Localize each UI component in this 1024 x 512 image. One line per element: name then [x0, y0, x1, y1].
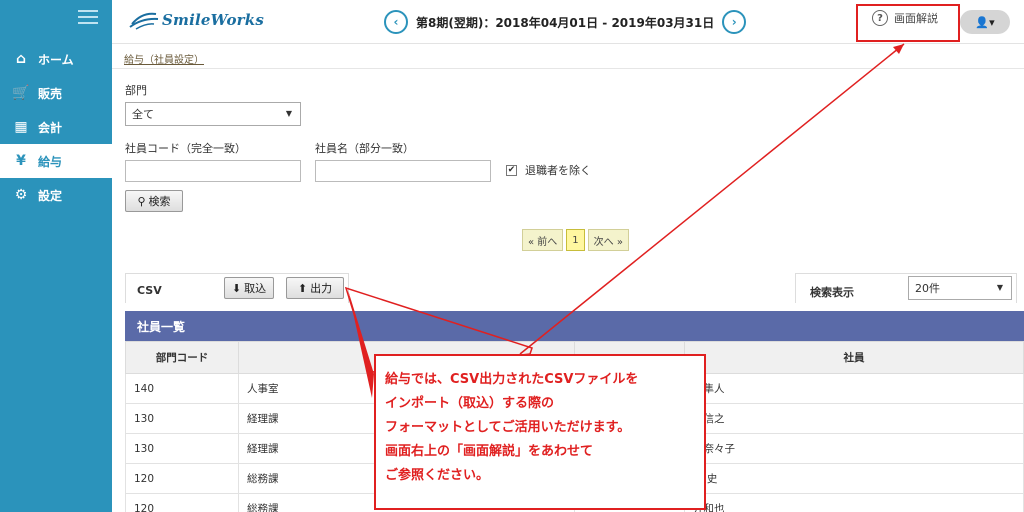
- table-cell: 130: [125, 433, 239, 464]
- help-label: 画面解説: [894, 12, 938, 25]
- period-text: 第8期(翌期)：2018年04月01日 - 2019年03月31日: [416, 15, 715, 30]
- display-count-select[interactable]: 20件 ▼: [908, 276, 1012, 300]
- csv-label: CSV: [137, 284, 162, 297]
- divider: [112, 68, 1024, 69]
- column-header[interactable]: 社員: [684, 341, 1024, 374]
- period-selector: ‹ 第8期(翌期)：2018年04月01日 - 2019年03月31日 ›: [384, 10, 747, 34]
- import-icon: ⬇: [231, 281, 242, 295]
- prev-page-button[interactable]: « 前へ: [522, 229, 564, 251]
- exclude-retired-checkbox[interactable]: ✔ 退職者を除く: [506, 162, 591, 178]
- sidebar-item-label: 会計: [38, 120, 63, 135]
- calculator-icon: ▦: [14, 119, 28, 135]
- home-icon: ⌂: [15, 51, 27, 67]
- table-cell: 藤信之: [684, 403, 1024, 434]
- app-root: ⌂ ホーム 🛒 販売 ▦ 会計 ¥ 給与 ⚙ 設定 SmileWorks ‹ 第8期(翌期…: [0, 0, 1024, 512]
- export-button-label: 出力: [310, 282, 333, 295]
- sidebar-item-label: 販売: [38, 86, 63, 101]
- next-period-button[interactable]: ›: [722, 10, 747, 34]
- annotation-line: 給与では、CSV出力されたCSVファイルを: [385, 372, 639, 387]
- sidebar-item-payroll[interactable]: ¥ 給与: [0, 144, 112, 178]
- search-button-label: 検索: [148, 195, 171, 208]
- question-icon: ?: [872, 10, 888, 26]
- table-cell: 崎隼人: [684, 373, 1024, 404]
- next-page-button[interactable]: 次へ »: [587, 229, 629, 251]
- page-number[interactable]: 1: [566, 229, 585, 251]
- logo-mark-icon: [129, 12, 159, 30]
- breadcrumb[interactable]: 給与（社員設定）: [124, 51, 204, 66]
- annotation-line: フォーマットとしてご活用いただけます。: [385, 420, 631, 435]
- display-count-value: 20件: [915, 282, 940, 295]
- display-count-label: 検索表示: [810, 286, 854, 299]
- sidebar-item-label: ホーム: [38, 52, 74, 67]
- prev-period-button[interactable]: ‹: [384, 10, 408, 34]
- display-count-box: 検索表示 20件 ▼: [795, 273, 1017, 303]
- table-cell: 120: [125, 493, 239, 512]
- dept-select-value: 全て: [132, 108, 154, 121]
- menu-icon[interactable]: [78, 10, 98, 26]
- sidebar: ⌂ ホーム 🛒 販売 ▦ 会計 ¥ 給与 ⚙ 設定: [0, 0, 112, 512]
- cart-icon: 🛒: [12, 85, 30, 101]
- header: SmileWorks ‹ 第8期(翌期)：2018年04月01日 - 2019年…: [112, 0, 1024, 44]
- export-button[interactable]: ⬆ 出力: [286, 277, 344, 299]
- name-label: 社員名（部分一致）: [315, 142, 414, 155]
- table-cell: 120: [125, 463, 239, 494]
- sidebar-item-settings[interactable]: ⚙ 設定: [0, 178, 112, 212]
- money-bag-icon: ¥: [16, 153, 26, 169]
- sidebar-item-home[interactable]: ⌂ ホーム: [0, 42, 112, 76]
- import-button-label: 取込: [244, 282, 267, 295]
- annotation-line: ご参照ください。: [385, 468, 490, 483]
- check-icon: ✔: [506, 164, 517, 176]
- column-header[interactable]: 部門コード: [125, 341, 239, 374]
- employee-name-input[interactable]: [315, 160, 491, 182]
- dept-label: 部門: [125, 84, 147, 97]
- sidebar-item-sales[interactable]: 🛒 販売: [0, 76, 112, 110]
- help-button[interactable]: ? 画面解説: [872, 10, 938, 26]
- dept-select[interactable]: 全て ▼: [125, 102, 301, 126]
- logo[interactable]: SmileWorks: [128, 10, 264, 30]
- export-icon: ⬆: [297, 281, 308, 295]
- caret-down-icon: ▼: [996, 283, 1003, 292]
- table-cell: 130: [125, 403, 239, 434]
- search-icon: ⚲: [137, 194, 146, 208]
- table-cell: 140: [125, 373, 239, 404]
- table-cell: 本奈々子: [684, 433, 1024, 464]
- table-cell: 山 史: [684, 463, 1024, 494]
- pagination: « 前へ 1 次へ »: [522, 229, 632, 251]
- annotation-line: 画面右上の「画面解説」をあわせて: [385, 444, 594, 459]
- caret-down-icon: ▼: [285, 109, 292, 118]
- exclude-retired-label: 退職者を除く: [525, 164, 591, 177]
- gear-icon: ⚙: [14, 187, 28, 203]
- annotation-line: インポート（取込）する際の: [385, 396, 555, 411]
- sidebar-item-label: 給与: [38, 154, 63, 169]
- import-button[interactable]: ⬇ 取込: [224, 277, 274, 299]
- code-label: 社員コード（完全一致）: [125, 142, 246, 155]
- table-cell: 井和也: [684, 493, 1024, 512]
- brand-name: SmileWorks: [162, 11, 265, 29]
- employee-code-input[interactable]: [125, 160, 301, 182]
- annotation-callout: 給与では、CSV出力されたCSVファイルを インポート（取込）する際の フォーマ…: [374, 354, 706, 510]
- search-button[interactable]: ⚲ 検索: [125, 190, 183, 212]
- sidebar-item-label: 設定: [38, 188, 63, 203]
- sidebar-nav: ⌂ ホーム 🛒 販売 ▦ 会計 ¥ 給与 ⚙ 設定: [0, 42, 112, 212]
- panel-title: 社員一覧: [125, 311, 1024, 341]
- sidebar-item-accounting[interactable]: ▦ 会計: [0, 110, 112, 144]
- user-menu-button[interactable]: 👤▾: [960, 10, 1010, 34]
